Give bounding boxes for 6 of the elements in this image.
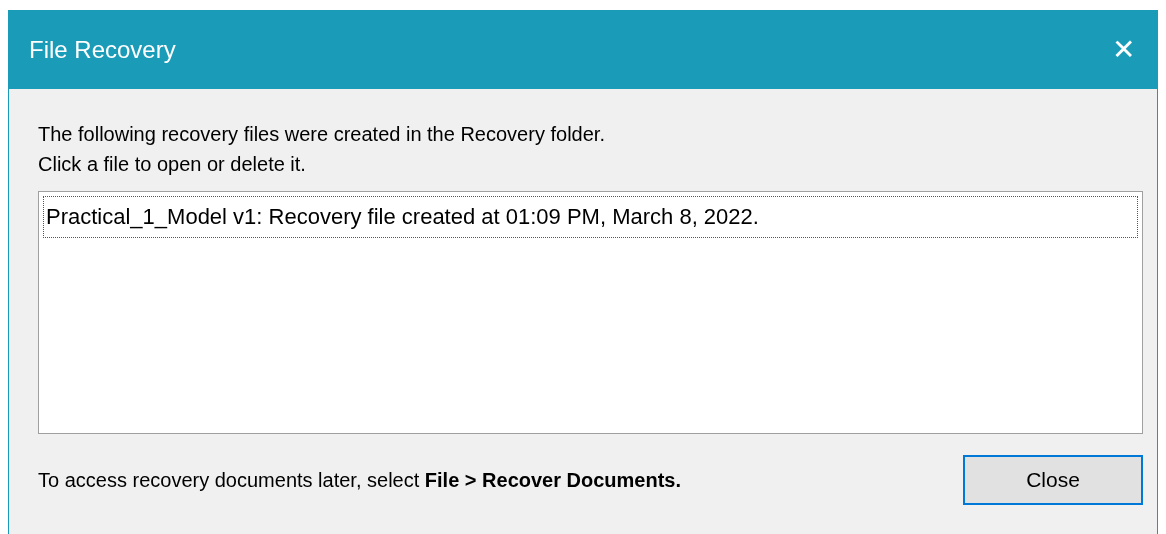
file-list-item[interactable]: Practical_1_Model v1: Recovery file created at 01:09 PM, March 8, 2022. bbox=[43, 196, 1138, 238]
hint-text: To access recovery documents later, select File > Recover Documents. bbox=[38, 468, 682, 493]
close-button[interactable]: Close bbox=[963, 455, 1143, 505]
window-title: File Recovery bbox=[29, 35, 176, 65]
intro-text: Click a file to open or delete it. bbox=[38, 152, 307, 177]
intro-text: The following recovery files were created in the Recovery folder. bbox=[38, 122, 606, 147]
